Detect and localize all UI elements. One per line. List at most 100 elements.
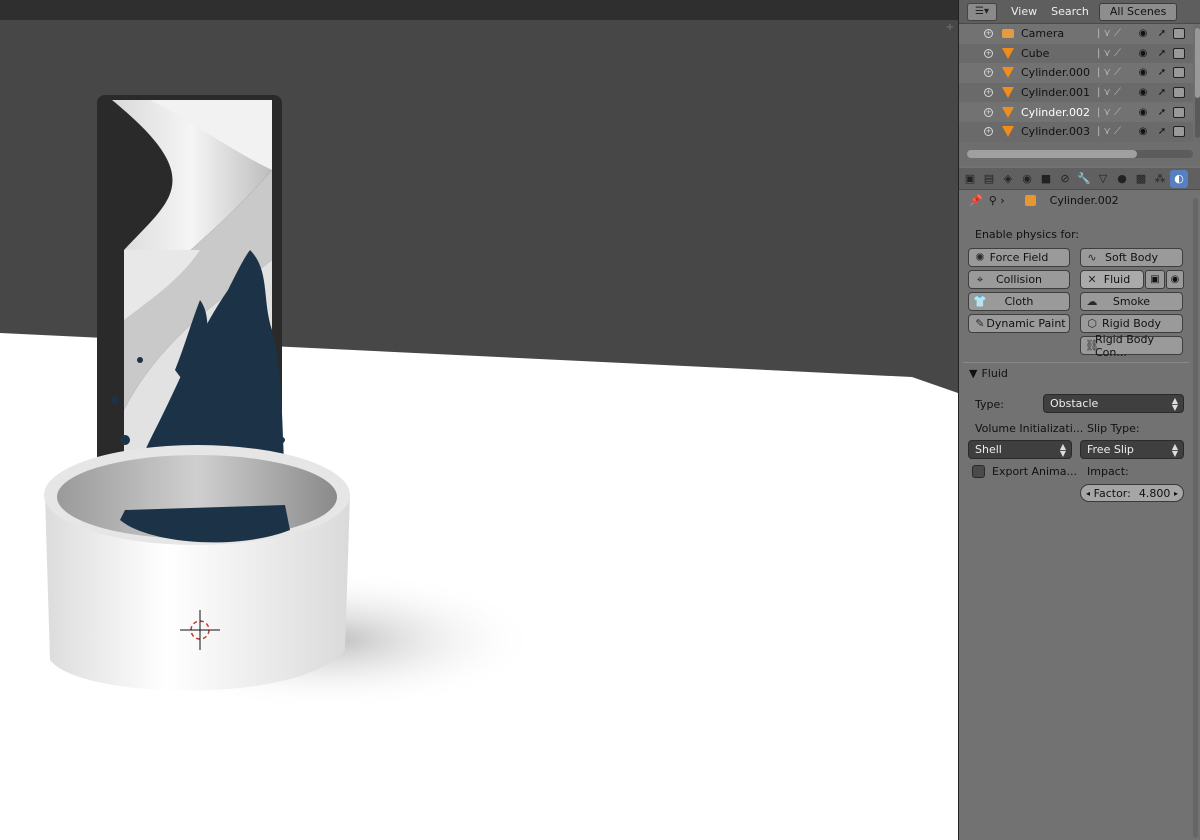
renderability-camera-icon[interactable] bbox=[1173, 87, 1185, 99]
visibility-eye-icon[interactable]: ◉ bbox=[1136, 67, 1150, 78]
outliner-object-name[interactable]: Cylinder.003 bbox=[1021, 125, 1090, 138]
export-animated-mesh-label: Export Anima... bbox=[992, 465, 1078, 478]
outliner-object-name[interactable]: Cylinder.002 bbox=[1021, 106, 1090, 119]
right-panels: ☰▾ View Search All Scenes + Camera | ⋎ ⟋ ◉ ➚… bbox=[958, 0, 1200, 840]
dropdown-updown-icon: ▲ ▼ bbox=[1059, 441, 1066, 458]
selectability-cursor-icon[interactable]: ➚ bbox=[1157, 48, 1167, 59]
modifier-data-icons[interactable]: | ⋎ ⟋ bbox=[1097, 48, 1121, 59]
tab-modifiers-icon[interactable]: 🔧 bbox=[1075, 170, 1093, 188]
remove-x-icon: ✕ bbox=[1087, 273, 1097, 286]
tab-material-icon[interactable]: ● bbox=[1113, 170, 1131, 188]
properties-context-path: 📌 ⚲ › Cylinder.002 bbox=[959, 190, 1200, 210]
mesh-object-icon bbox=[1001, 46, 1015, 60]
outliner-row[interactable]: + Cylinder.001 | ⋎ ⟋ ◉ ➚ bbox=[959, 82, 1193, 103]
soft-body-icon: ∿ bbox=[1087, 251, 1097, 264]
selectability-cursor-icon[interactable]: ➚ bbox=[1157, 126, 1167, 137]
fluid-visibility-eye-icon[interactable]: ◉ bbox=[1166, 270, 1184, 289]
renderability-camera-icon[interactable] bbox=[1173, 28, 1185, 40]
dynamic-paint-button[interactable]: ✎ Dynamic Paint bbox=[968, 314, 1070, 333]
tab-world-icon[interactable]: ◉ bbox=[1018, 170, 1036, 188]
outliner-search-menu[interactable]: Search bbox=[1051, 5, 1089, 18]
outliner-object-name[interactable]: Camera bbox=[1021, 27, 1064, 40]
force-field-icon: ✺ bbox=[975, 251, 985, 264]
tab-render-icon[interactable]: ▣ bbox=[961, 170, 979, 188]
rigid-body-constraint-button[interactable]: ⛓ Rigid Body Con... bbox=[1080, 333, 1183, 359]
renderability-camera-icon[interactable] bbox=[1173, 106, 1185, 118]
modifier-data-icons[interactable]: | ⋎ ⟋ bbox=[1097, 28, 1121, 39]
slip-type-label: Slip Type: bbox=[1087, 422, 1140, 435]
rigid-body-button[interactable]: ⬡ Rigid Body bbox=[1080, 314, 1183, 333]
visibility-eye-icon[interactable]: ◉ bbox=[1136, 126, 1150, 137]
soft-body-button[interactable]: ∿ Soft Body bbox=[1080, 248, 1183, 267]
visibility-eye-icon[interactable]: ◉ bbox=[1136, 28, 1150, 39]
editor-type-selector[interactable]: ☰▾ bbox=[967, 2, 997, 21]
tab-object-icon[interactable]: ■ bbox=[1037, 170, 1055, 188]
context-object-name: Cylinder.002 bbox=[1049, 193, 1119, 207]
expand-toggle-icon[interactable]: + bbox=[984, 107, 993, 117]
impact-factor-field[interactable]: ◂ Factor: 4.800 ▸ bbox=[1080, 484, 1184, 502]
fluid-render-toggle-icon[interactable]: ▣ bbox=[1145, 270, 1165, 289]
tab-constraints-icon[interactable]: ⊘ bbox=[1056, 170, 1074, 188]
panel-collapse-arrow-icon: ▼ bbox=[969, 367, 978, 380]
visibility-eye-icon[interactable]: ◉ bbox=[1136, 48, 1150, 59]
enable-physics-label: Enable physics for: bbox=[975, 228, 1080, 241]
tab-render-layers-icon[interactable]: ▤ bbox=[980, 170, 998, 188]
outliner-object-name[interactable]: Cylinder.000 bbox=[1021, 66, 1090, 79]
modifier-data-icons[interactable]: | ⋎ ⟋ bbox=[1097, 87, 1121, 98]
modifier-data-icons[interactable]: | ⋎ ⟋ bbox=[1097, 67, 1121, 78]
expand-toggle-icon[interactable]: + bbox=[984, 88, 993, 98]
tab-texture-icon[interactable]: ▩ bbox=[1132, 170, 1150, 188]
force-field-button[interactable]: ✺ Force Field bbox=[968, 248, 1070, 267]
slip-type-dropdown[interactable]: Free Slip ▲ ▼ bbox=[1080, 440, 1184, 459]
outliner-row[interactable]: + Cylinder.003 | ⋎ ⟋ ◉ ➚ bbox=[959, 121, 1193, 142]
renderability-camera-icon[interactable] bbox=[1173, 67, 1185, 79]
expand-toggle-icon[interactable]: + bbox=[984, 29, 993, 39]
outliner-horizontal-scrollbar[interactable] bbox=[967, 150, 1193, 158]
selectability-cursor-icon[interactable]: ➚ bbox=[1157, 28, 1167, 39]
outliner-row[interactable]: + Cube | ⋎ ⟋ ◉ ➚ bbox=[959, 43, 1193, 64]
tab-particles-icon[interactable]: ⁂ bbox=[1151, 170, 1169, 188]
collision-icon: ⌖ bbox=[976, 272, 984, 286]
selectability-cursor-icon[interactable]: ➚ bbox=[1157, 87, 1167, 98]
fluid-panel-header[interactable]: ▼ Fluid bbox=[963, 362, 1189, 384]
chain-link-icon: ⛓ bbox=[1085, 339, 1099, 352]
outliner-display-mode-select[interactable]: All Scenes bbox=[1098, 2, 1178, 21]
modifier-data-icons[interactable]: | ⋎ ⟋ bbox=[1097, 107, 1121, 118]
increment-arrow-icon[interactable]: ▸ bbox=[1174, 489, 1178, 498]
fluid-type-dropdown[interactable]: Obstacle ▲ ▼ bbox=[1043, 394, 1184, 413]
expand-toggle-icon[interactable]: + bbox=[984, 127, 993, 137]
camera-object-icon bbox=[1001, 27, 1015, 41]
tab-physics-icon[interactable]: ◐ bbox=[1170, 169, 1188, 188]
collision-button[interactable]: ⌖ Collision bbox=[968, 270, 1070, 289]
outliner-object-name[interactable]: Cube bbox=[1021, 47, 1049, 60]
fluid-remove-button[interactable]: ✕ Fluid bbox=[1080, 270, 1144, 289]
dropdown-updown-icon: ▲ ▼ bbox=[1171, 395, 1178, 412]
expand-toggle-icon[interactable]: + bbox=[984, 48, 993, 58]
outliner-row[interactable]: + Camera | ⋎ ⟋ ◉ ➚ bbox=[959, 24, 1193, 44]
tab-scene-icon[interactable]: ◈ bbox=[999, 170, 1017, 188]
outliner-vertical-scrollbar[interactable] bbox=[1195, 28, 1200, 138]
visibility-eye-icon[interactable]: ◉ bbox=[1136, 87, 1150, 98]
selectability-cursor-icon[interactable]: ➚ bbox=[1157, 67, 1167, 78]
volume-initialization-dropdown[interactable]: Shell ▲ ▼ bbox=[968, 440, 1072, 459]
pin-icon[interactable]: 📌 bbox=[969, 194, 983, 207]
modifier-data-icons[interactable]: | ⋎ ⟋ bbox=[1097, 126, 1121, 137]
outliner-row[interactable]: + Cylinder.000 | ⋎ ⟋ ◉ ➚ bbox=[959, 63, 1193, 83]
outliner-object-name[interactable]: Cylinder.001 bbox=[1021, 86, 1090, 99]
properties-scrollbar[interactable] bbox=[1193, 198, 1198, 838]
3d-viewport[interactable]: + bbox=[0, 0, 958, 840]
cloth-button[interactable]: 👕 Cloth bbox=[968, 292, 1070, 311]
expand-toggle-icon[interactable]: + bbox=[984, 68, 993, 78]
decrement-arrow-icon[interactable]: ◂ bbox=[1086, 489, 1090, 498]
selectability-cursor-icon[interactable]: ➚ bbox=[1157, 107, 1167, 118]
outliner-view-menu[interactable]: View bbox=[1011, 5, 1037, 18]
visibility-eye-icon[interactable]: ◉ bbox=[1136, 107, 1150, 118]
smoke-button[interactable]: ☁ Smoke bbox=[1080, 292, 1183, 311]
tab-data-icon[interactable]: ▽ bbox=[1094, 170, 1112, 188]
outliner-row[interactable]: + Cylinder.002 | ⋎ ⟋ ◉ ➚ bbox=[959, 102, 1193, 122]
area-split-corner-icon[interactable]: + bbox=[944, 22, 956, 34]
renderability-camera-icon[interactable] bbox=[1173, 126, 1185, 138]
export-animated-mesh-checkbox[interactable] bbox=[972, 465, 985, 478]
renderability-camera-icon[interactable] bbox=[1173, 47, 1185, 59]
outliner-header: ☰▾ View Search All Scenes bbox=[959, 0, 1200, 24]
